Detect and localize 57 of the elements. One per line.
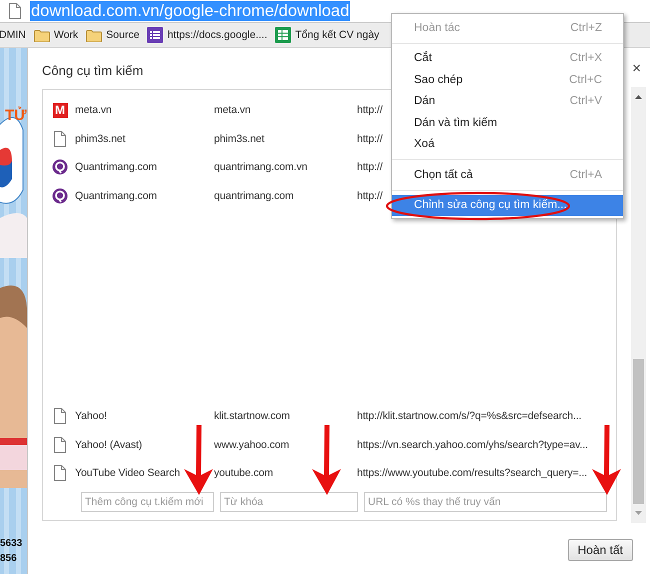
engine-url: http:// xyxy=(357,132,383,145)
engine-name: meta.vn xyxy=(75,104,113,116)
engine-name: Yahoo! (Avast) xyxy=(75,438,144,451)
menu-item[interactable]: Chọn tất cả Ctrl+A xyxy=(392,164,623,186)
spreadsheet-icon xyxy=(275,27,292,43)
engine-keyword: youtube.com xyxy=(214,467,274,480)
menu-item[interactable]: Xoá xyxy=(392,134,623,155)
phone-number: 856 xyxy=(0,552,18,566)
engine-name: Quantrimang.com xyxy=(75,190,158,202)
page-icon xyxy=(53,130,67,147)
engine-url: http:// xyxy=(357,104,383,116)
engine-keyword: www.yahoo.com xyxy=(214,438,290,451)
bookmark-item[interactable]: https://docs.google.... xyxy=(147,27,268,43)
arrow xyxy=(184,425,214,495)
keyword-field[interactable]: Từ khóa xyxy=(220,492,358,512)
engine-keyword: klit.startnow.com xyxy=(214,410,291,422)
folder-icon xyxy=(34,28,50,42)
bookmark-item[interactable]: Tổng kết CV ngày xyxy=(275,27,380,43)
bookmark-item[interactable]: DMIN xyxy=(0,29,26,41)
menu-item[interactable]: Dán và tìm kiếm xyxy=(392,112,623,134)
bookmark-item[interactable]: Source xyxy=(86,28,140,42)
engine-keyword: quantrimang.com xyxy=(214,190,295,202)
engine-url: http:// xyxy=(357,190,383,202)
engine-name: Yahoo! xyxy=(75,410,108,422)
engine-name: Quantrimang.com xyxy=(75,161,158,174)
engine-name: phim3s.net xyxy=(75,132,126,145)
name-field[interactable]: Thêm công cụ t.kiếm mới xyxy=(81,492,214,512)
close-button[interactable]: × xyxy=(630,60,643,77)
page-icon xyxy=(53,436,67,453)
page-heading: TỬ xyxy=(5,107,27,124)
engine-keyword: quantrimang.com.vn xyxy=(214,161,308,174)
menu-item[interactable]: Chỉnh sửa công cụ tìm kiếm... xyxy=(392,194,623,216)
folder-icon xyxy=(86,28,102,42)
engine-keyword: phim3s.net xyxy=(214,132,266,145)
menu-item[interactable]: Sao chép Ctrl+C xyxy=(392,69,623,90)
arrow xyxy=(592,425,622,495)
menu-item[interactable]: Cắt Ctrl+X xyxy=(392,48,623,69)
engine-url: https://vn.search.yahoo.com/yhs/search?type=av... xyxy=(357,438,588,451)
dialog-title: Công cụ tìm kiếm xyxy=(42,63,144,78)
engine-name: YouTube Video Search xyxy=(75,467,182,480)
page-icon xyxy=(53,465,67,482)
menu-item[interactable]: Dán Ctrl+V xyxy=(392,90,623,112)
engine-keyword: meta.vn xyxy=(214,104,252,116)
ring-icon xyxy=(52,188,68,204)
page-icon xyxy=(8,3,22,19)
engine-url: http:// xyxy=(357,161,383,174)
page-icon xyxy=(53,408,67,424)
engine-url: https://www.youtube.com/results?search_query=... xyxy=(357,467,588,480)
engine-url: http://klit.startnow.com/s/?q=%s&src=defsearch... xyxy=(357,410,582,422)
form-icon xyxy=(147,27,164,43)
logo-icon: M xyxy=(52,102,68,118)
arrow xyxy=(312,425,342,495)
ring-icon xyxy=(52,159,68,176)
bookmark-item[interactable]: Work xyxy=(34,28,78,42)
done-button[interactable]: Hoàn tất xyxy=(568,539,633,561)
url-field[interactable]: URL có %s thay thế truy vấn xyxy=(364,492,607,512)
phone-number: 5633 xyxy=(0,537,24,551)
